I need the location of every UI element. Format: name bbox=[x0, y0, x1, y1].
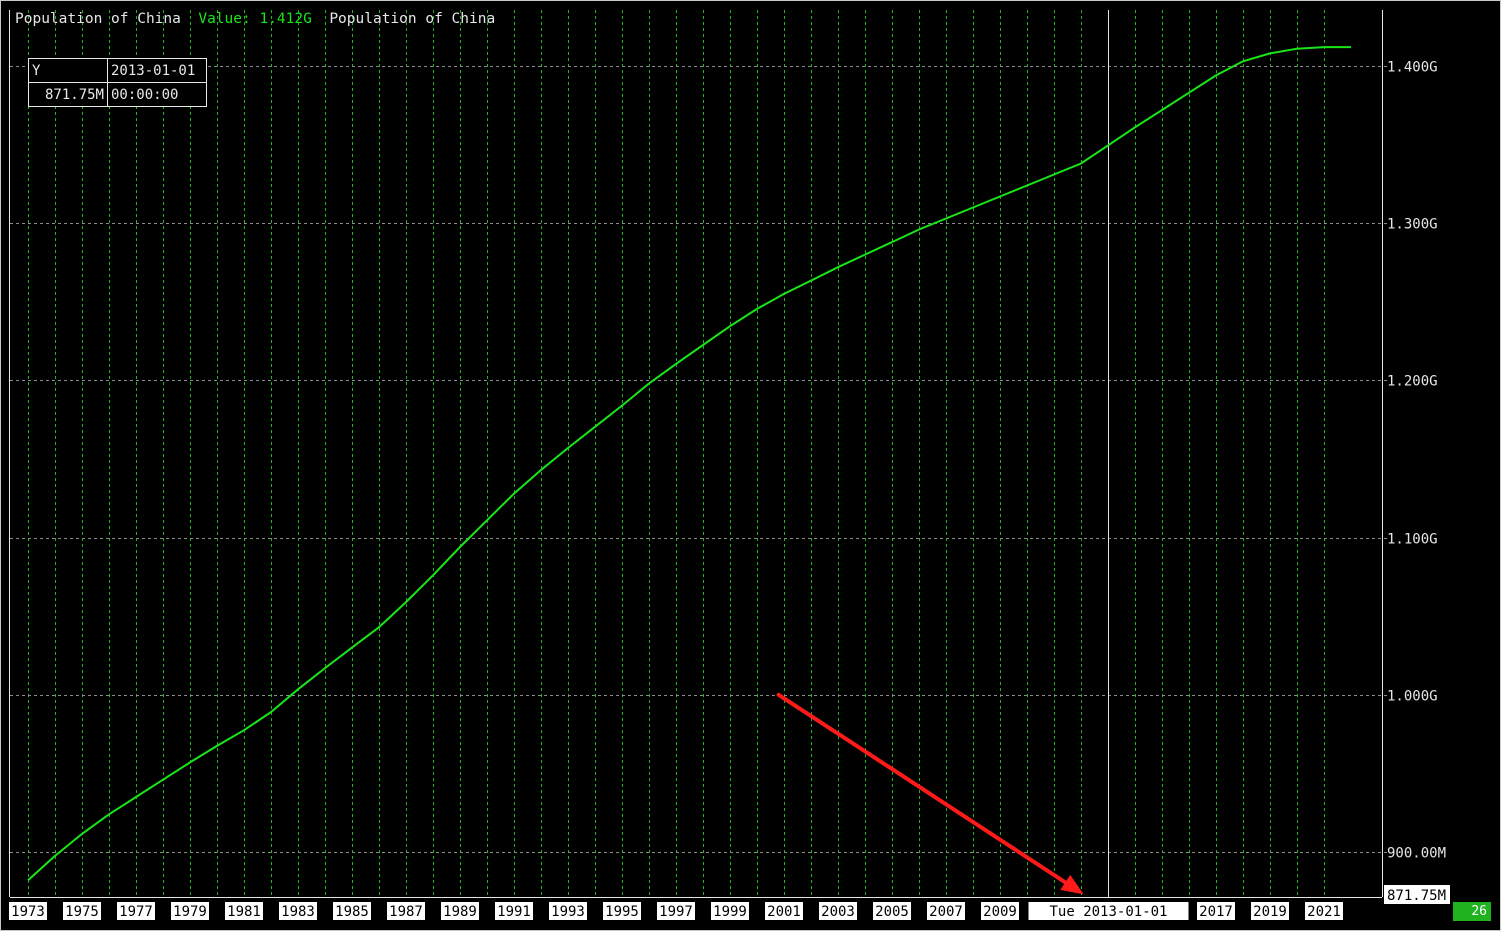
y-tick-label: 1.000G bbox=[1387, 689, 1438, 705]
info-value: 871.75M bbox=[28, 82, 108, 107]
series-title: Population of China bbox=[15, 11, 181, 27]
x-tick-label: 2005 bbox=[875, 904, 909, 920]
cursor-date-label: Tue 2013-01-01 bbox=[1049, 904, 1167, 920]
x-tick-label: 1991 bbox=[497, 904, 531, 920]
population-chart[interactable]: 900.00M 1.000G 1.100G 1.200G 1.300G 1.400G 871… bbox=[0, 0, 1501, 931]
x-tick-label: 2009 bbox=[983, 904, 1017, 920]
arrow-shaft bbox=[776, 692, 1068, 885]
cursor-info-box: Y 2013-01-01 871.75M 00:00:00 bbox=[28, 58, 207, 107]
x-tick-label: 2007 bbox=[929, 904, 963, 920]
vertical-gridlines bbox=[28, 10, 1325, 897]
x-tick-label: 2019 bbox=[1253, 904, 1287, 920]
info-date: 2013-01-01 bbox=[107, 58, 207, 83]
legend-header: Population of China Value: 1.412G Popula… bbox=[15, 10, 495, 28]
y-tick-label: 1.400G bbox=[1387, 60, 1438, 76]
x-tick-label: 1999 bbox=[713, 904, 747, 920]
y-tick-label: 1.100G bbox=[1387, 532, 1438, 548]
annotation-arrow bbox=[776, 692, 1084, 895]
x-tick-label: 1983 bbox=[281, 904, 315, 920]
y-tick-label: 1.200G bbox=[1387, 374, 1438, 390]
x-tick-label: 1973 bbox=[11, 904, 45, 920]
population-series-line bbox=[27, 46, 1351, 882]
y-axis: 900.00M 1.000G 1.100G 1.200G 1.300G 1.400G 871… bbox=[9, 10, 1450, 904]
current-value: Value: 1.412G bbox=[198, 11, 312, 27]
x-tick-label: 2003 bbox=[821, 904, 855, 920]
y-tick-label: 900.00M bbox=[1387, 846, 1446, 862]
x-tick-label: 1993 bbox=[551, 904, 585, 920]
x-tick-label: 1989 bbox=[443, 904, 477, 920]
y-readout-label: 871.75M bbox=[1387, 888, 1446, 904]
x-tick-label: 2021 bbox=[1307, 904, 1341, 920]
x-tick-label: 2017 bbox=[1199, 904, 1233, 920]
x-tick-label: 1997 bbox=[659, 904, 693, 920]
x-tick-label: 1981 bbox=[227, 904, 261, 920]
x-tick-label: 2001 bbox=[767, 904, 801, 920]
chart-window: 900.00M 1.000G 1.100G 1.200G 1.300G 1.400G 871… bbox=[0, 0, 1501, 931]
x-tick-label: 1995 bbox=[605, 904, 639, 920]
info-y-header: Y bbox=[28, 58, 108, 83]
arrow-head bbox=[1060, 874, 1084, 895]
x-tick-label: 1985 bbox=[335, 904, 369, 920]
info-time: 00:00:00 bbox=[107, 82, 207, 107]
x-tick-label: 1977 bbox=[119, 904, 153, 920]
x-tick-label: 1987 bbox=[389, 904, 423, 920]
x-axis: 1973 1975 1977 1979 1981 1983 1985 1987 1989 1991… bbox=[9, 902, 1343, 920]
status-badge: 26 bbox=[1453, 902, 1491, 921]
y-tick-label: 1.300G bbox=[1387, 217, 1438, 233]
x-tick-label: 1979 bbox=[173, 904, 207, 920]
x-tick-label: 1975 bbox=[65, 904, 99, 920]
series-title-secondary: Population of China bbox=[329, 11, 496, 27]
